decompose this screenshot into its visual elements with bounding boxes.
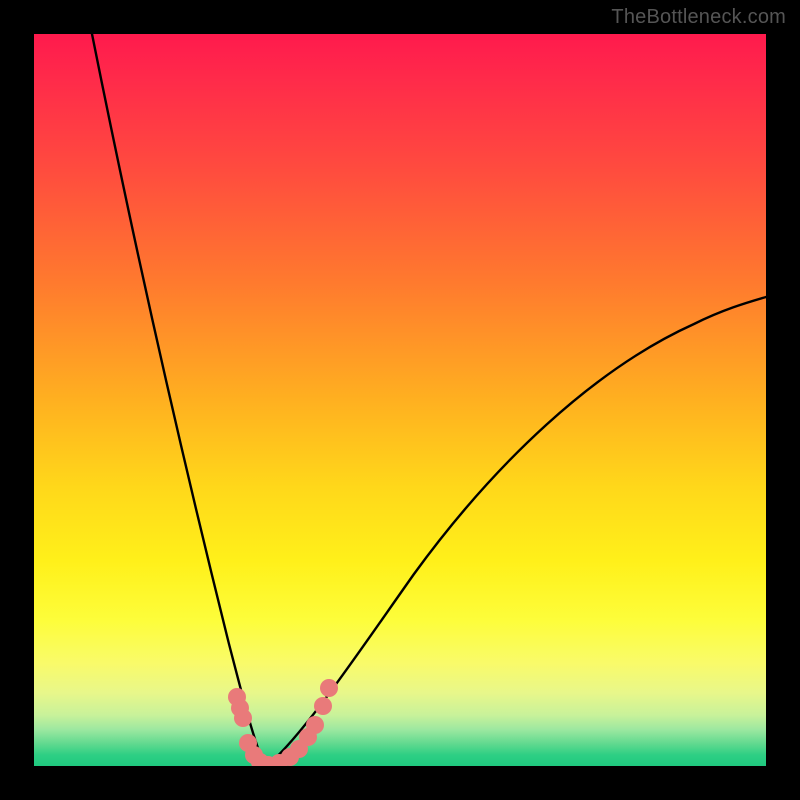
marker-dot: [306, 716, 324, 734]
curve-right: [267, 297, 766, 766]
curve-left: [92, 34, 267, 766]
marker-cluster: [228, 679, 338, 766]
marker-dot: [234, 709, 252, 727]
marker-dot: [314, 697, 332, 715]
outer-frame: TheBottleneck.com: [0, 0, 800, 800]
plot-area: [34, 34, 766, 766]
watermark-text: TheBottleneck.com: [611, 6, 786, 29]
curve-layer: [34, 34, 766, 766]
marker-dot: [320, 679, 338, 697]
